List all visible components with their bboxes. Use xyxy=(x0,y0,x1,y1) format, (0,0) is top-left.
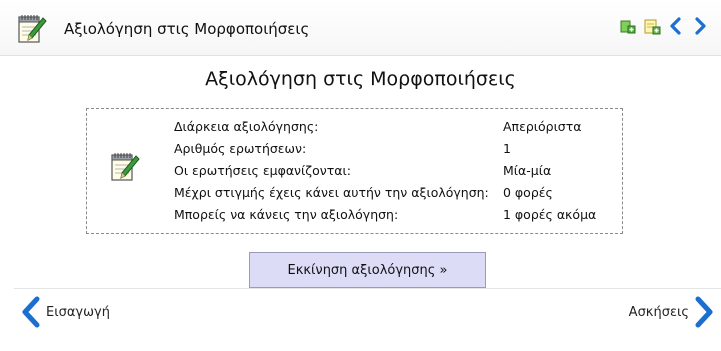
info-label: Οι ερωτήσεις εμφανίζονται: xyxy=(174,163,351,178)
page-title: Αξιολόγηση στις Μορφοποιήσεις xyxy=(205,68,516,90)
add-page-icon[interactable] xyxy=(619,17,637,35)
info-label: Αριθμός ερωτήσεων: xyxy=(174,141,307,156)
info-label: Μπορείς να κάνεις την αξιολόγηση: xyxy=(174,207,399,222)
header-title: Αξιολόγηση στις Μορφοποιήσεις xyxy=(64,20,310,38)
info-value: 1 φορές ακόμα xyxy=(503,207,597,222)
footer-nav: Εισαγωγή Ασκήσεις xyxy=(14,288,721,334)
header-bar: Αξιολόγηση στις Μορφοποιήσεις xyxy=(0,0,721,56)
notepad-pencil-icon xyxy=(14,12,48,46)
notepad-pencil-icon xyxy=(107,150,141,184)
edit-note-icon[interactable] xyxy=(643,17,661,35)
chevron-right-icon xyxy=(693,296,715,328)
prev-section-link[interactable]: Εισαγωγή xyxy=(20,295,110,329)
info-label: Διάρκεια αξιολόγησης: xyxy=(174,119,319,134)
next-section-label: Ασκήσεις xyxy=(628,304,689,320)
prev-section-label: Εισαγωγή xyxy=(46,304,110,320)
chevron-left-icon[interactable] xyxy=(667,17,685,35)
chevron-right-icon[interactable] xyxy=(691,17,709,35)
next-section-link[interactable]: Ασκήσεις xyxy=(629,295,715,329)
toolbar xyxy=(619,17,709,35)
assessment-info-box: Διάρκεια αξιολόγησης: Απεριόριστα Αριθμό… xyxy=(86,108,623,234)
info-value: Μία-μία xyxy=(503,163,552,178)
start-assessment-button[interactable]: Εκκίνηση αξιολόγησης » xyxy=(249,252,486,288)
info-value: Απεριόριστα xyxy=(503,119,582,134)
info-value: 0 φορές xyxy=(503,185,553,200)
info-value: 1 xyxy=(503,141,511,156)
info-label: Μέχρι στιγμής έχεις κάνει αυτήν την αξιο… xyxy=(174,185,489,200)
chevron-left-icon xyxy=(20,296,42,328)
